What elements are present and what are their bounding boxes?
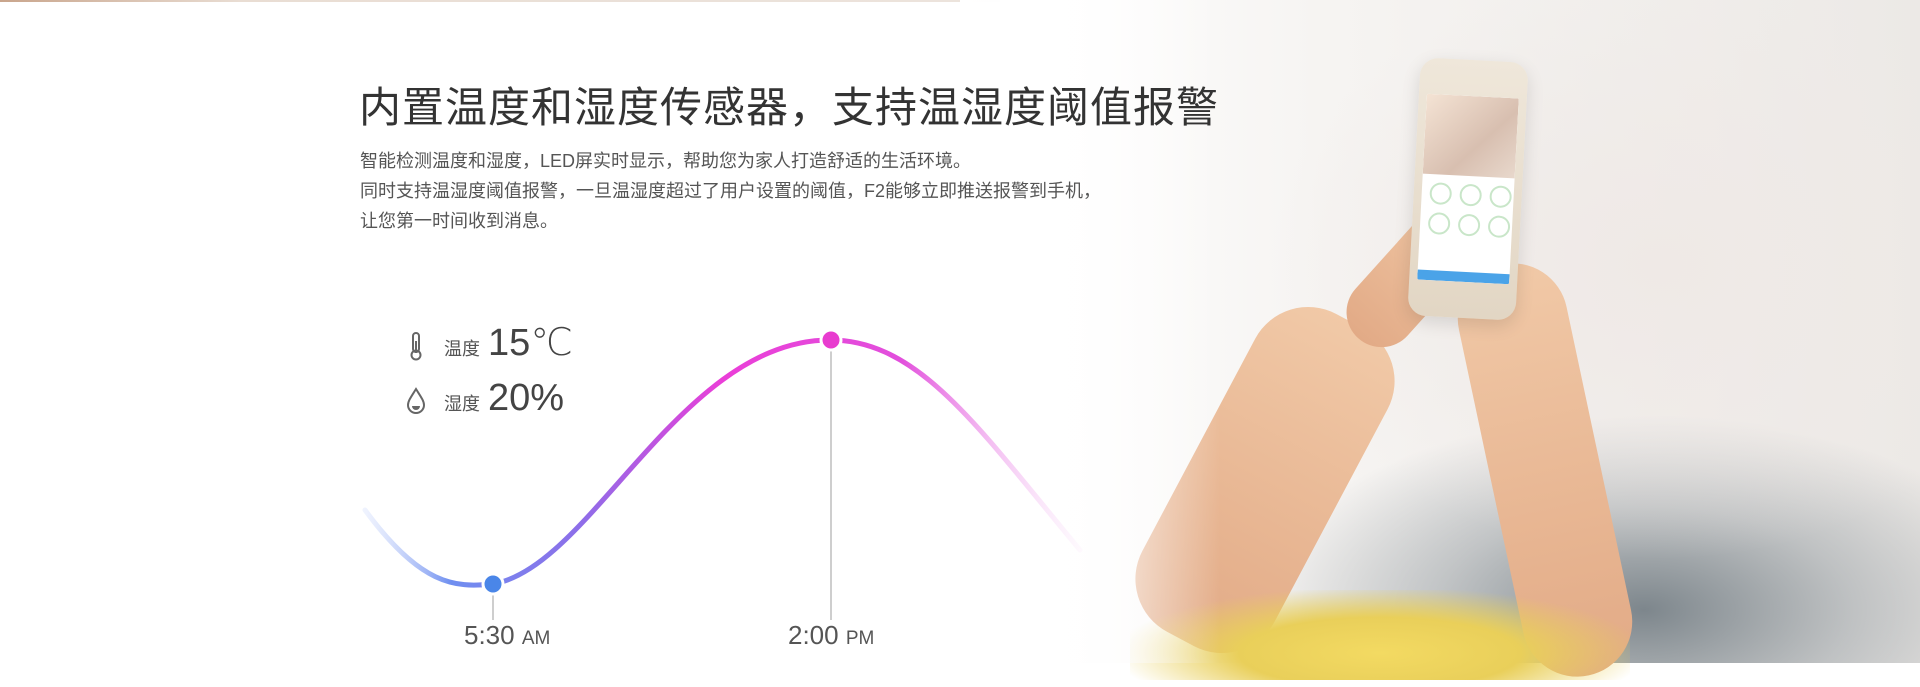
- phone-screen: [1417, 93, 1519, 285]
- peak-ampm: PM: [845, 628, 875, 649]
- low-ampm: AM: [521, 628, 551, 649]
- peak-time: 2:00: [788, 620, 839, 650]
- headline: 内置温度和湿度传感器，支持温湿度阈值报警: [359, 84, 1220, 131]
- curve-line: [362, 337, 1083, 588]
- app-bottom-bar: [1417, 269, 1510, 285]
- description-line: 让您第一时间收到消息。: [360, 211, 558, 231]
- description-line: 智能检测温度和湿度，LED屏实时显示，帮助您为家人打造舒适的生活环境。: [360, 151, 972, 171]
- low-time: 5:30: [464, 620, 515, 650]
- camera-feed-thumbnail: [1422, 93, 1519, 179]
- app-icon-grid: [1419, 174, 1514, 247]
- temperature-curve-chart: [362, 328, 1083, 620]
- low-point-marker: [481, 572, 505, 596]
- peak-marker: [819, 328, 843, 352]
- description-line: 同时支持温湿度阈值报警，一旦温湿度超过了用户设置的阈值，F2能够立即推送报警到手…: [360, 181, 1102, 201]
- low-time-label: 5:30 AM: [464, 620, 550, 651]
- description: 智能检测温度和湿度，LED屏实时显示，帮助您为家人打造舒适的生活环境。 同时支持…: [360, 146, 1200, 236]
- peak-time-label: 2:00 PM: [788, 620, 874, 651]
- smartphone-image: [1407, 57, 1529, 321]
